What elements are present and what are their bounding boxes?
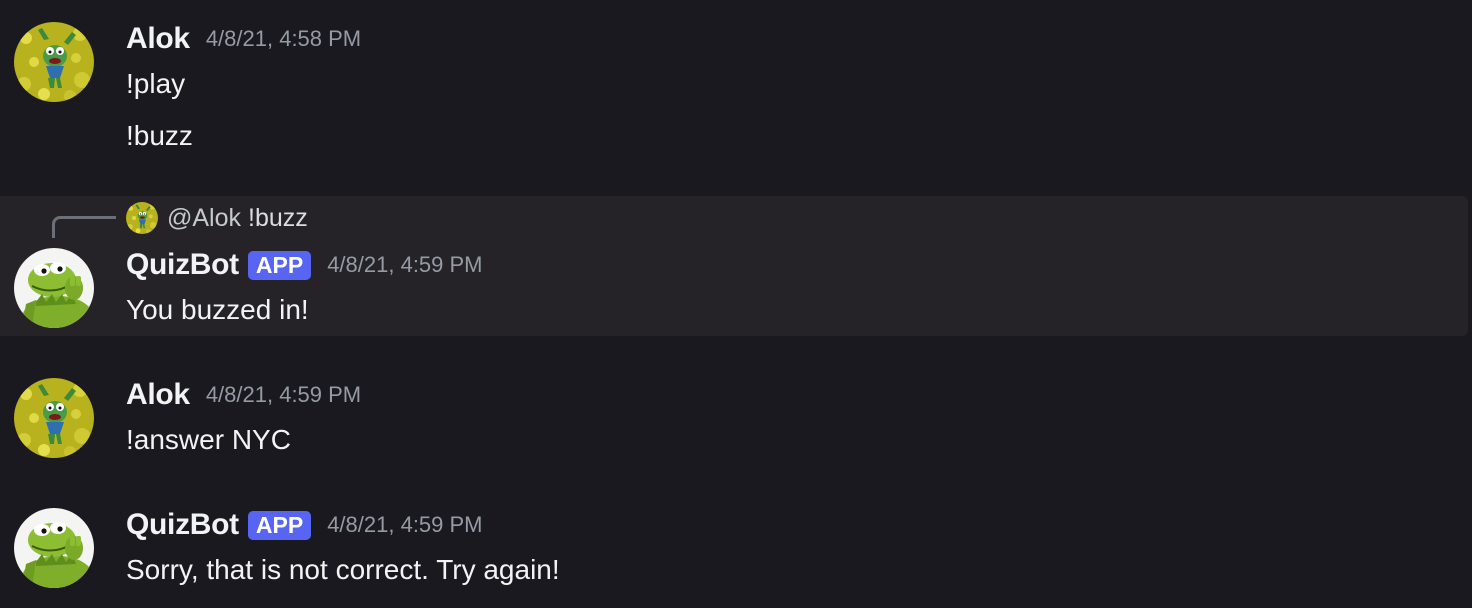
username[interactable]: Alok	[126, 22, 190, 56]
timestamp: 4/8/21, 4:59 PM	[327, 252, 483, 277]
message-header: QuizBot APP 4/8/21, 4:59 PM	[126, 508, 483, 542]
username[interactable]: Alok	[126, 378, 190, 412]
message-header: Alok 4/8/21, 4:58 PM	[126, 22, 361, 56]
kermit-in-flowers-avatar[interactable]	[14, 378, 94, 458]
username[interactable]: QuizBot	[126, 508, 239, 542]
timestamp: 4/8/21, 4:58 PM	[205, 26, 362, 51]
message-text: !play	[126, 68, 186, 99]
username[interactable]: QuizBot	[126, 248, 239, 282]
reply-mention[interactable]: @Alok	[167, 204, 241, 233]
reply-content: !buzz	[248, 203, 308, 232]
message-text: !answer NYC	[126, 424, 291, 455]
timestamp: 4/8/21, 4:59 PM	[327, 512, 483, 537]
reply-spine	[52, 216, 116, 238]
kermit-avatar[interactable]	[14, 248, 94, 328]
message-text: Sorry, that is not correct. Try again!	[126, 554, 560, 585]
reply-reference[interactable]: @Alok !buzz	[126, 202, 308, 234]
timestamp: 4/8/21, 4:59 PM	[205, 382, 362, 407]
chat-messages: Alok 4/8/21, 4:58 PM !play !buzz @Alok !…	[0, 0, 1472, 608]
message-header: QuizBot APP 4/8/21, 4:59 PM	[126, 248, 483, 282]
app-badge: APP	[247, 510, 312, 540]
kermit-in-flowers-avatar	[126, 202, 158, 234]
message-header: Alok 4/8/21, 4:59 PM	[126, 378, 361, 412]
message-text: !buzz	[126, 120, 193, 151]
app-badge: APP	[247, 250, 312, 280]
kermit-in-flowers-avatar[interactable]	[14, 22, 94, 102]
message-text: You buzzed in!	[126, 294, 309, 325]
kermit-avatar[interactable]	[14, 508, 94, 588]
